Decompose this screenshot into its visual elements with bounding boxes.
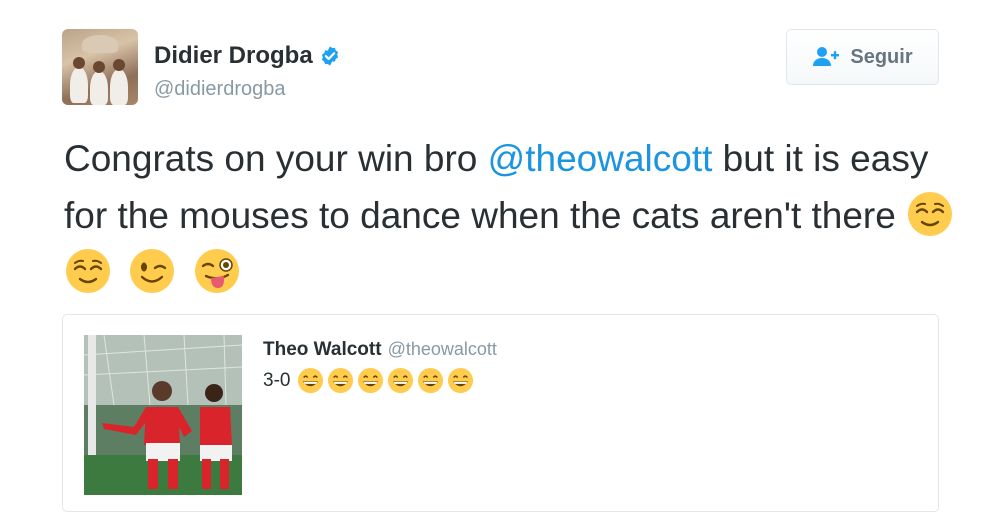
winking-face-emoji-icon	[130, 249, 175, 293]
grinning-face-emoji-icon	[448, 367, 474, 394]
grinning-face-emoji-icon	[418, 367, 444, 394]
quoted-tweet-card[interactable]: Theo Walcott @theowalcott 3-0	[62, 314, 939, 512]
author-handle[interactable]: @didierdrogba	[154, 78, 286, 101]
grinning-face-emoji-icon	[328, 367, 354, 394]
follow-button[interactable]: Seguir	[786, 29, 939, 85]
author-name-row: Didier Drogba	[154, 42, 341, 70]
quoted-tweet-photo[interactable]	[84, 335, 242, 495]
author-display-name[interactable]: Didier Drogba	[154, 42, 313, 70]
avatar-figure	[70, 67, 88, 103]
relieved-face-emoji-icon	[908, 192, 953, 236]
verified-badge-icon	[321, 46, 338, 66]
avatar-head	[93, 61, 105, 73]
tweet-text-part: Congrats on your win bro	[64, 138, 488, 179]
avatar-figure	[82, 35, 118, 53]
author-avatar[interactable]	[62, 29, 138, 105]
tweet-text: Congrats on your win bro @theowalcott bu…	[64, 130, 964, 301]
avatar-figure	[90, 71, 108, 105]
grinning-face-emoji-icon	[388, 367, 414, 394]
follow-button-label: Seguir	[850, 45, 913, 68]
avatar-figure	[110, 69, 128, 105]
winking-face-with-tongue-emoji-icon	[194, 249, 239, 293]
grinning-face-emoji-icon	[298, 367, 324, 394]
quoted-tweet-score: 3-0	[263, 369, 291, 391]
mention-link[interactable]: @theowalcott	[488, 138, 713, 179]
quoted-author-name[interactable]: Theo Walcott	[263, 339, 382, 361]
quoted-author-handle[interactable]: @theowalcott	[388, 339, 497, 360]
avatar-head	[73, 57, 85, 69]
grinning-face-emoji-icon	[358, 367, 384, 394]
football-players-image	[84, 335, 242, 495]
quoted-tweet-text: 3-0	[263, 367, 474, 394]
relieved-face-emoji-icon	[66, 249, 110, 293]
follow-user-icon	[813, 47, 840, 66]
avatar-head	[113, 59, 125, 71]
quoted-tweet-header: Theo Walcott @theowalcott	[263, 339, 497, 361]
